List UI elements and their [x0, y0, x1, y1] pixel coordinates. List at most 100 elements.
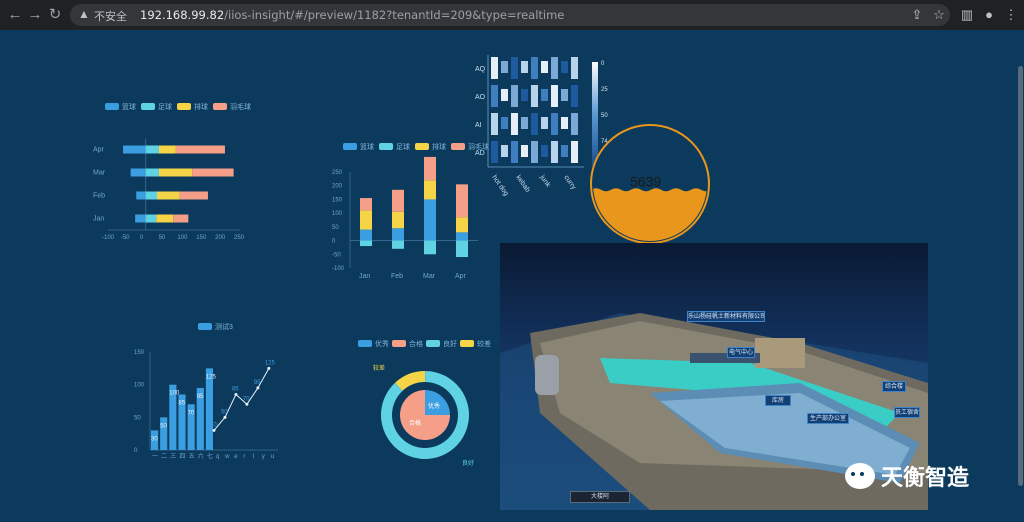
line-label: 125 — [265, 360, 276, 366]
x-tick-label: 一 — [152, 454, 158, 460]
heatmap-cell — [571, 85, 578, 107]
heatmap-cell — [551, 141, 558, 163]
bar-segment — [424, 180, 436, 200]
y-tick-label: 0 — [332, 239, 336, 245]
y-tick-label: 50 — [332, 225, 339, 231]
y-tick-label: Apr — [93, 147, 105, 154]
bar-segment — [130, 168, 146, 177]
legend-label: 篮球 — [360, 142, 374, 151]
bar-segment — [456, 232, 468, 241]
gauge-value: 5639 — [630, 174, 661, 190]
legend-label: 合格 — [409, 339, 423, 348]
inner-pie-slice — [425, 390, 450, 415]
y-tick-label: 0 — [134, 448, 138, 454]
inner-slice-label: 优秀 — [428, 402, 440, 410]
x-tick-label: 250 — [234, 235, 245, 241]
bar-segment — [392, 189, 404, 212]
heatmap-cell — [521, 61, 528, 73]
x-tick-label: Jan — [359, 273, 370, 280]
heatmap-row-label: AO — [475, 94, 486, 101]
scene-building-label[interactable]: 库房 — [765, 395, 791, 406]
legend-label: 篮球 — [122, 102, 136, 111]
x-tick-label: Feb — [391, 273, 403, 280]
heatmap-cell — [561, 145, 568, 157]
heatmap-cell — [511, 113, 518, 135]
bar-segment — [145, 214, 157, 223]
heatmap-col-label: kebab — [514, 174, 531, 194]
x-tick-label: Apr — [455, 273, 467, 280]
legend-swatch — [379, 143, 393, 150]
bar-segment — [145, 191, 158, 200]
x-tick-label: 七 — [207, 452, 213, 460]
legend-label: 排球 — [432, 142, 446, 151]
bar-segment — [135, 214, 146, 223]
heatmap-cell — [541, 145, 548, 157]
heatmap-cell — [501, 145, 508, 157]
heatmap-cell — [531, 113, 538, 135]
heatmap-cell — [501, 117, 508, 129]
bar — [160, 417, 168, 450]
heatmap-cell — [541, 117, 548, 129]
bar-segment — [456, 240, 468, 258]
heatmap-row-label: AI — [475, 122, 482, 129]
scene-building-label[interactable]: 乐山杨硅帆土新材料有限公司 — [687, 311, 765, 322]
heatmap-cell — [531, 141, 538, 163]
legend-label: 羽毛球 — [230, 102, 251, 111]
bar-segment — [136, 191, 146, 200]
x-tick-label: 三 — [170, 453, 176, 460]
bar-segment — [175, 145, 225, 154]
y-tick-label: 150 — [134, 350, 145, 356]
bar-segment — [392, 228, 404, 241]
line-label: 30 — [210, 422, 217, 428]
heatmap-col-label: curry — [562, 174, 577, 191]
y-tick-label: Mar — [93, 170, 106, 177]
bar-segment — [179, 191, 208, 200]
legend-swatch — [213, 103, 227, 110]
heatmap-cell — [571, 141, 578, 163]
scene-building-label[interactable]: 生产部办公室 — [807, 413, 849, 424]
bar-segment — [360, 210, 372, 230]
legend-swatch — [141, 103, 155, 110]
outer-ring-label: 较差 — [373, 364, 385, 372]
line-series — [213, 368, 270, 431]
x-tick-label: q — [216, 454, 219, 460]
heatmap-scale-label: 25 — [601, 87, 608, 93]
legend-swatch — [198, 323, 212, 330]
heatmap-cell — [551, 113, 558, 135]
legend-swatch — [343, 143, 357, 150]
heatmap-row-label: AD — [475, 150, 485, 157]
legend-swatch — [451, 143, 465, 150]
heatmap-cell — [551, 57, 558, 79]
y-tick-label: 50 — [134, 415, 141, 421]
line-point — [212, 428, 216, 432]
heatmap-cell — [491, 113, 498, 135]
bar-label: 50 — [160, 423, 167, 429]
x-tick-label: e — [234, 454, 238, 460]
heatmap-cell — [541, 61, 548, 73]
legend-label: 足球 — [158, 102, 172, 111]
heatmap-col-label: hot dog — [490, 174, 509, 197]
line-label: 95 — [254, 380, 261, 386]
scene-building-label[interactable]: 电气中心 — [727, 347, 755, 358]
heatmap-cell — [491, 57, 498, 79]
scene-building-label[interactable]: 综合楼 — [882, 381, 906, 392]
bar-label: 95 — [197, 394, 204, 400]
heatmap-cell — [511, 85, 518, 107]
line-point — [234, 392, 238, 396]
y-tick-label: 250 — [332, 170, 343, 176]
scene-footer-badge[interactable]: 大楼阿 — [570, 491, 630, 503]
heatmap-cell — [561, 89, 568, 101]
heatmap-scale-bar — [592, 62, 598, 166]
heatmap-cell — [511, 141, 518, 163]
scene-building-label[interactable]: 员工宿舍 — [894, 407, 920, 418]
heatmap-cell — [551, 85, 558, 107]
x-tick-label: 100 — [177, 235, 188, 241]
heatmap-cell — [521, 89, 528, 101]
y-tick-label: 200 — [332, 184, 343, 190]
heatmap-scale-label: 50 — [601, 113, 608, 119]
x-tick-label: w — [224, 454, 230, 460]
heatmap-cell — [491, 85, 498, 107]
x-tick-label: t — [253, 454, 255, 460]
outer-ring-label: 良好 — [462, 459, 474, 467]
legend-swatch — [460, 340, 474, 347]
